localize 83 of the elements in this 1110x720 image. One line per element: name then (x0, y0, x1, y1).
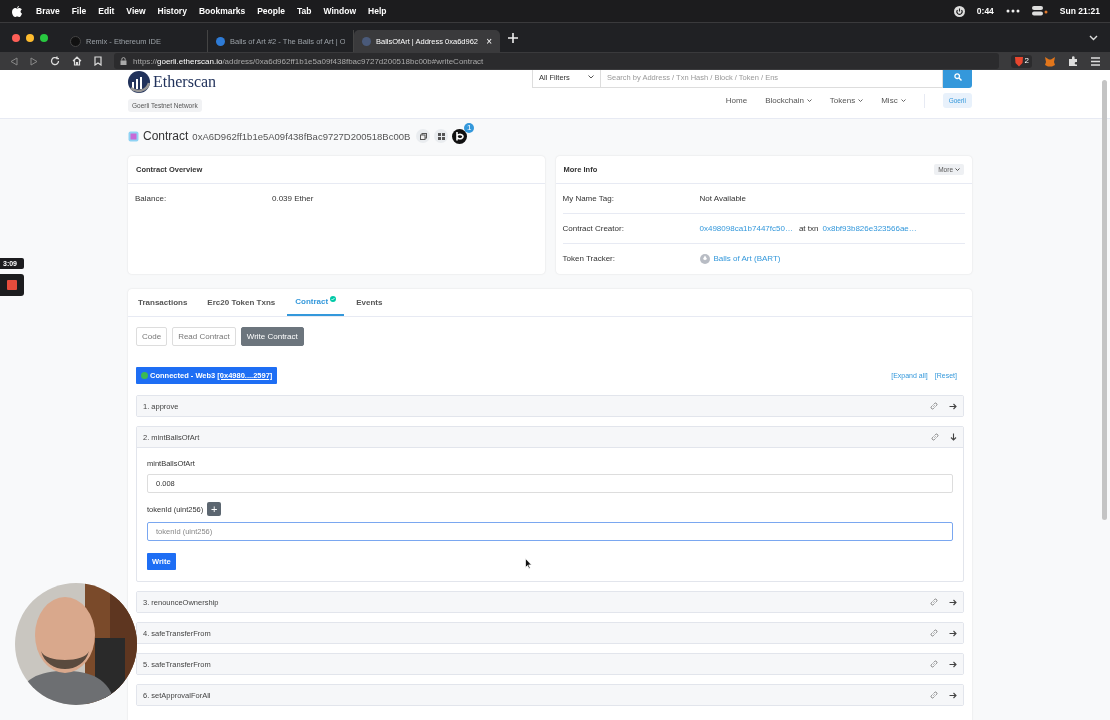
arrow-down-icon[interactable] (950, 433, 957, 441)
more-icon[interactable] (1005, 9, 1020, 13)
arrow-right-icon[interactable] (949, 629, 957, 637)
cursor-icon (525, 558, 532, 569)
arrow-right-icon[interactable] (949, 402, 957, 410)
shield-button[interactable]: 2 (1010, 54, 1032, 68)
b-logo-icon (455, 131, 464, 141)
notification-badge: 1 (464, 122, 475, 133)
apple-icon[interactable] (12, 5, 22, 17)
field-label: Balance: (135, 193, 168, 203)
timer-text: 0:44 (976, 6, 994, 16)
puzzle-icon[interactable] (1068, 55, 1079, 67)
reload-icon[interactable] (50, 56, 60, 66)
fox-icon[interactable] (1044, 55, 1056, 67)
menu-item[interactable]: People (257, 6, 286, 16)
menu-item[interactable]: Bookmarks (198, 6, 246, 16)
token-icon (699, 253, 710, 264)
clock-text: Sun 21:21 (1059, 6, 1100, 16)
field-label: Token Tracker: (562, 254, 616, 263)
menu-item[interactable]: Edit (98, 6, 115, 16)
tab[interactable]: Events (348, 289, 391, 316)
tab[interactable]: Transactions (130, 289, 196, 316)
arrow-right-icon[interactable] (949, 691, 957, 699)
menu-item[interactable]: Window (323, 6, 357, 16)
favicon-icon (70, 35, 81, 47)
favicon-icon (362, 36, 371, 46)
copy-button[interactable] (416, 129, 431, 143)
field-value: 0.039 Ether (272, 193, 314, 203)
menu-item[interactable]: Help (368, 6, 387, 16)
bookmark-icon[interactable] (94, 56, 102, 66)
menu-item[interactable]: Tab (297, 6, 312, 16)
lock-icon (120, 57, 127, 65)
arrow-right-icon[interactable] (949, 660, 957, 668)
qr-code-button[interactable] (434, 129, 449, 143)
address-field[interactable]: https://goerli.etherscan.io/address/0xa6d962ff1b1e5a09f438fbac9727d200518bc00b#writeContract (114, 53, 999, 69)
home-icon[interactable] (72, 56, 82, 66)
search-button[interactable] (943, 70, 972, 88)
favicon-icon (216, 36, 225, 46)
shield-icon (1013, 55, 1024, 67)
sub-tab[interactable]: Read Contract (172, 327, 236, 346)
back-icon[interactable] (10, 56, 18, 66)
zoom-icon[interactable] (40, 33, 48, 42)
search-icon (953, 73, 962, 81)
qr-code-icon (437, 132, 445, 140)
field-label: Contract Creator: (562, 224, 625, 233)
scrollbar[interactable] (1102, 80, 1107, 520)
nav-link[interactable]: Blockchain (765, 96, 812, 105)
nav-link[interactable]: Tokens (829, 96, 864, 105)
close-tab-button[interactable]: × (486, 35, 492, 47)
etherscan-logo[interactable]: Etherscan (128, 71, 217, 93)
menu-item[interactable]: File (71, 6, 87, 16)
sub-tab[interactable]: Code (136, 327, 168, 346)
caret-icon (806, 99, 812, 102)
nav-link[interactable]: Home (725, 96, 748, 105)
nav-link[interactable]: Misc (881, 96, 906, 105)
power-icon[interactable] (953, 5, 965, 17)
contract-title: Contract (143, 129, 189, 143)
chevron-down-icon[interactable] (1089, 34, 1098, 41)
close-window-icon[interactable] (12, 33, 20, 42)
forward-icon[interactable] (30, 56, 38, 66)
copy-icon (419, 132, 427, 140)
minimize-icon[interactable] (26, 33, 34, 42)
tab[interactable]: Erc20 Token Txns (199, 289, 284, 316)
contract-icon (128, 130, 139, 142)
contract-address: 0xA6D962ff1b1e5A09f438fBac9727D200518Bc00B (192, 130, 411, 142)
stop-button[interactable] (0, 274, 24, 296)
toggle-icon[interactable] (1031, 6, 1048, 16)
menu-item[interactable]: History (157, 6, 187, 16)
new-tab-icon[interactable] (508, 32, 518, 43)
menu-item[interactable]: View (126, 6, 146, 16)
field-value: Not Available (699, 194, 747, 203)
caret-icon (858, 99, 864, 102)
field-label: My Name Tag: (562, 194, 615, 203)
sub-tab[interactable]: Write Contract (240, 327, 304, 346)
add-button[interactable]: + (207, 502, 222, 516)
arrow-right-icon[interactable] (949, 598, 957, 606)
field-text: at txn (798, 224, 819, 233)
blockscan-button[interactable] (452, 128, 468, 144)
menu-item[interactable]: Brave (36, 6, 60, 16)
caret-icon (900, 99, 906, 102)
caret-icon (955, 168, 960, 171)
menu-icon[interactable] (1091, 56, 1100, 66)
caret-icon (588, 75, 594, 79)
